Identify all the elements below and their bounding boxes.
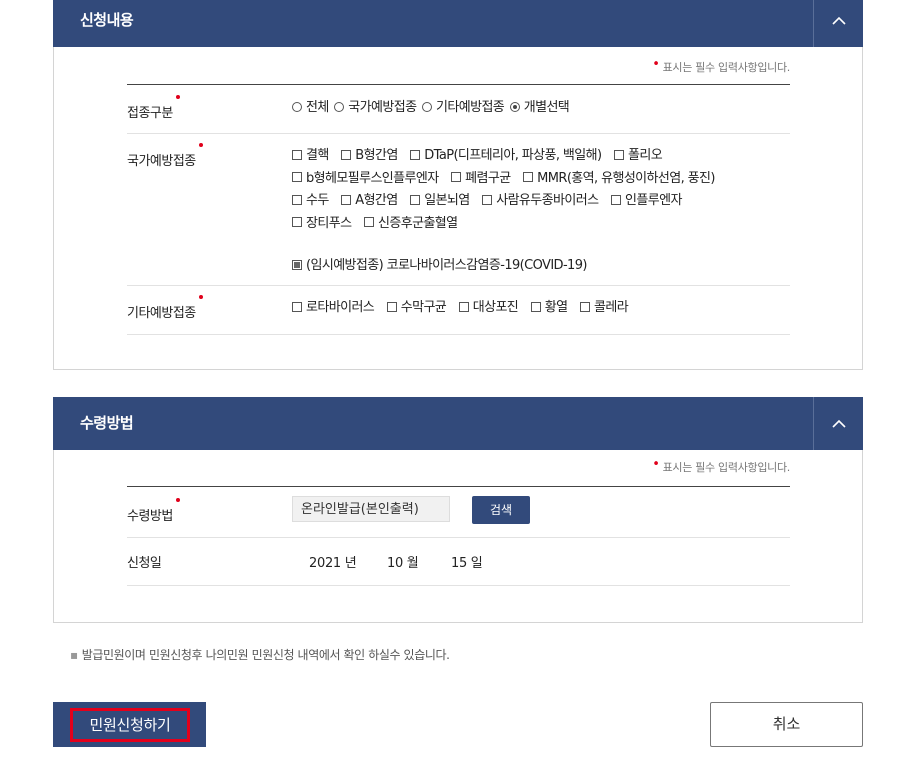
checkbox-rotavirus[interactable]: 로타바이러스 [292, 297, 375, 320]
radio-national[interactable]: 국가예방접종 [334, 97, 417, 120]
submit-button-label: 민원신청하기 [70, 708, 190, 742]
date-month: 10 월 [387, 556, 419, 571]
application-date-row: 신청일 2021 년 10 월 15 일 [127, 538, 790, 586]
checkbox-hfrs[interactable]: 신증후군출혈열 [364, 213, 458, 236]
checkbox-mmr[interactable]: MMR(홍역, 유행성이하선염, 풍진) [523, 168, 715, 191]
application-date-label: 신청일 [127, 556, 162, 571]
checkbox-typhoid[interactable]: 장티푸스 [292, 213, 352, 236]
required-marker-icon [198, 295, 203, 299]
submit-application-button[interactable]: 민원신청하기 [53, 702, 206, 747]
checkbox-icon [611, 194, 621, 205]
vaccination-type-radio-group: 전체 국가예방접종 기타예방접종 개별선택 [292, 97, 571, 120]
checkbox-dtap[interactable]: DTaP(디프테리아, 파상풍, 백일해) [410, 145, 602, 168]
vaccination-type-row: 접종구분 전체 국가예방접종 기타예방접종 개별선택 [127, 85, 790, 134]
checkbox-checked-icon [292, 259, 302, 270]
checkbox-icon [580, 301, 590, 312]
checkbox-pneumococcal[interactable]: 폐렴구균 [451, 168, 511, 191]
application-panel: 신청내용 • 표시는 필수 입력사항입니다. 접종구분 전체 국가예방접종 기타예… [53, 0, 863, 370]
date-day: 15 일 [451, 556, 483, 571]
receipt-method-label: 수령방법 [127, 498, 180, 524]
other-vaccination-label: 기타예방접종 [127, 295, 203, 321]
application-panel-title: 신청내용 [80, 11, 134, 29]
checkbox-icon [410, 194, 421, 205]
radio-icon [422, 101, 432, 112]
checkbox-hepatitis-b[interactable]: B형간염 [341, 145, 398, 168]
checkbox-icon [523, 172, 534, 182]
vaccination-type-label: 접종구분 [127, 95, 180, 121]
checkbox-icon [451, 172, 462, 182]
required-note: • 표시는 필수 입력사항입니다. [652, 57, 790, 74]
chevron-up-icon [831, 16, 846, 25]
cancel-button[interactable]: 취소 [710, 702, 863, 747]
other-vaccination-checkboxes: 로타바이러스 수막구균 대상포진 황열 콜레라 [292, 297, 637, 320]
receipt-panel-header: 수령방법 [53, 397, 863, 450]
checkbox-hib[interactable]: b형헤모필루스인플루엔자 [292, 168, 439, 191]
receipt-panel: 수령방법 • 표시는 필수 입력사항입니다. 수령방법 온라인발급(본인출력) 검… [53, 397, 863, 623]
checkbox-influenza[interactable]: 인플루엔자 [611, 190, 682, 213]
checkbox-icon [530, 301, 541, 312]
radio-icon [334, 101, 345, 112]
required-marker-icon [175, 95, 180, 99]
checkbox-varicella[interactable]: 수두 [292, 190, 329, 213]
receipt-panel-title: 수령방법 [80, 414, 134, 432]
required-dot-icon: • [652, 457, 660, 472]
checkbox-shingles[interactable]: 대상포진 [458, 297, 519, 320]
collapse-toggle-button[interactable] [813, 397, 863, 450]
checkbox-icon [482, 194, 493, 205]
required-marker-icon [175, 498, 180, 502]
radio-checked-icon [509, 101, 520, 112]
checkbox-polio[interactable]: 폴리오 [614, 145, 663, 168]
other-vaccination-row: 기타예방접종 로타바이러스 수막구균 대상포진 황열 콜레라 [127, 286, 790, 335]
checkbox-icon [341, 149, 352, 160]
checkbox-icon [341, 194, 352, 205]
checkbox-tuberculosis[interactable]: 결핵 [292, 145, 329, 168]
checkbox-icon [292, 194, 302, 205]
search-button[interactable]: 검색 [472, 496, 530, 524]
receipt-form-table: 수령방법 온라인발급(본인출력) 검색 신청일 2021 년 10 월 15 일 [127, 486, 790, 586]
checkbox-icon [458, 301, 469, 312]
national-vaccination-row: 국가예방접종 결핵 B형간염 DTaP(디프테리아, 파상풍, 백일해) 폴리오… [127, 134, 790, 286]
checkbox-icon [614, 149, 625, 160]
date-year: 2021 년 [309, 556, 357, 571]
required-note: • 표시는 필수 입력사항입니다. [652, 457, 790, 474]
checkbox-icon [292, 301, 302, 312]
checkbox-icon [410, 149, 421, 160]
checkbox-icon [292, 149, 302, 160]
national-vaccination-label: 국가예방접종 [127, 143, 203, 169]
footnote: ▪ 발급민원이며 민원신청후 나의민원 민원신청 내역에서 확인 하실수 있습니다… [70, 648, 450, 662]
application-panel-header: 신청내용 [53, 0, 863, 47]
required-marker-icon [198, 143, 203, 147]
required-dot-icon: • [652, 57, 660, 72]
radio-all[interactable]: 전체 [292, 97, 329, 120]
checkbox-icon [364, 217, 374, 227]
bullet-icon: ▪ [70, 648, 78, 662]
application-panel-body: • 표시는 필수 입력사항입니다. 접종구분 전체 국가예방접종 기타예방접종 개… [53, 47, 863, 370]
checkbox-covid19[interactable]: (임시예방접종) 코로나바이러스감염증-19(COVID-19) [292, 255, 587, 278]
checkbox-icon [292, 172, 302, 182]
checkbox-hpv[interactable]: 사람유두종바이러스 [482, 190, 599, 213]
checkbox-meningococcal[interactable]: 수막구균 [386, 297, 447, 320]
checkbox-japanese-encephalitis[interactable]: 일본뇌염 [410, 190, 470, 213]
checkbox-cholera[interactable]: 콜레라 [580, 297, 629, 320]
receipt-method-field[interactable]: 온라인발급(본인출력) [292, 496, 450, 522]
radio-icon [292, 101, 302, 112]
receipt-method-row: 수령방법 온라인발급(본인출력) 검색 [127, 487, 790, 538]
radio-other[interactable]: 기타예방접종 [422, 97, 505, 120]
collapse-toggle-button[interactable] [813, 0, 863, 47]
receipt-panel-body: • 표시는 필수 입력사항입니다. 수령방법 온라인발급(본인출력) 검색 신청일… [53, 450, 863, 623]
checkbox-hepatitis-a[interactable]: A형간염 [341, 190, 398, 213]
application-form-table: 접종구분 전체 국가예방접종 기타예방접종 개별선택 국가예방접종 결핵 B형간… [127, 84, 790, 335]
radio-individual[interactable]: 개별선택 [509, 97, 570, 120]
checkbox-icon [292, 217, 302, 227]
chevron-up-icon [831, 419, 846, 428]
checkbox-icon [386, 301, 397, 312]
national-vaccination-checkboxes: 결핵 B형간염 DTaP(디프테리아, 파상풍, 백일해) 폴리오 b형헤모필루… [292, 145, 724, 278]
checkbox-yellow-fever[interactable]: 황열 [530, 297, 568, 320]
